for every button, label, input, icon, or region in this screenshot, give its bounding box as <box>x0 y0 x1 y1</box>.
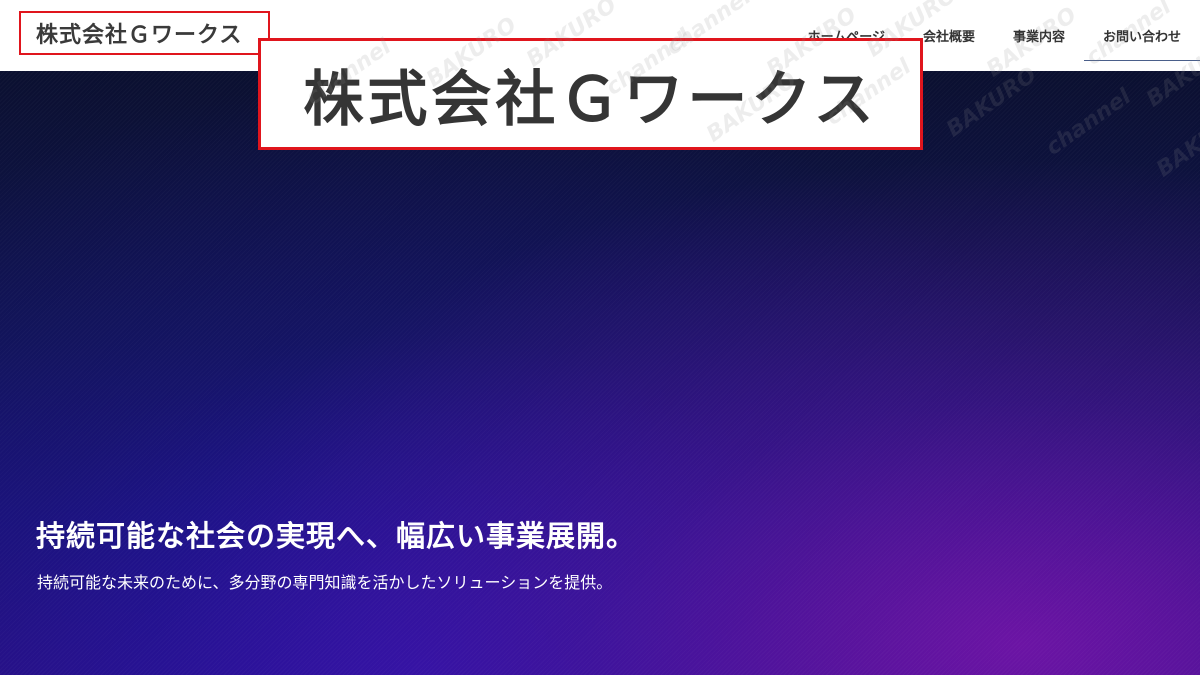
page: 株式会社Ｇワークス ホームページ 会社概要 事業内容 お問い合わせ 株式会社Ｇワ… <box>0 0 1200 675</box>
logo-highlight-box[interactable]: 株式会社Ｇワークス <box>19 11 270 55</box>
nav-contact[interactable]: お問い合わせ <box>1083 0 1200 71</box>
hero-section: 持続可能な社会の実現へ、幅広い事業展開。 持続可能な未来のために、多分野の専門知… <box>0 71 1200 675</box>
zoomed-logo-text: 株式会社Ｇワークス <box>303 64 878 135</box>
site-logo[interactable]: 株式会社Ｇワークス <box>36 17 242 49</box>
nav-services[interactable]: 事業内容 <box>994 0 1084 71</box>
hero-subtitle: 持続可能な未来のために、多分野の専門知識を活かしたソリューションを提供。 <box>37 573 613 592</box>
logo-zoom-callout: 株式会社Ｇワークス <box>258 38 923 150</box>
hero-title: 持続可能な社会の実現へ、幅広い事業展開。 <box>36 519 637 553</box>
